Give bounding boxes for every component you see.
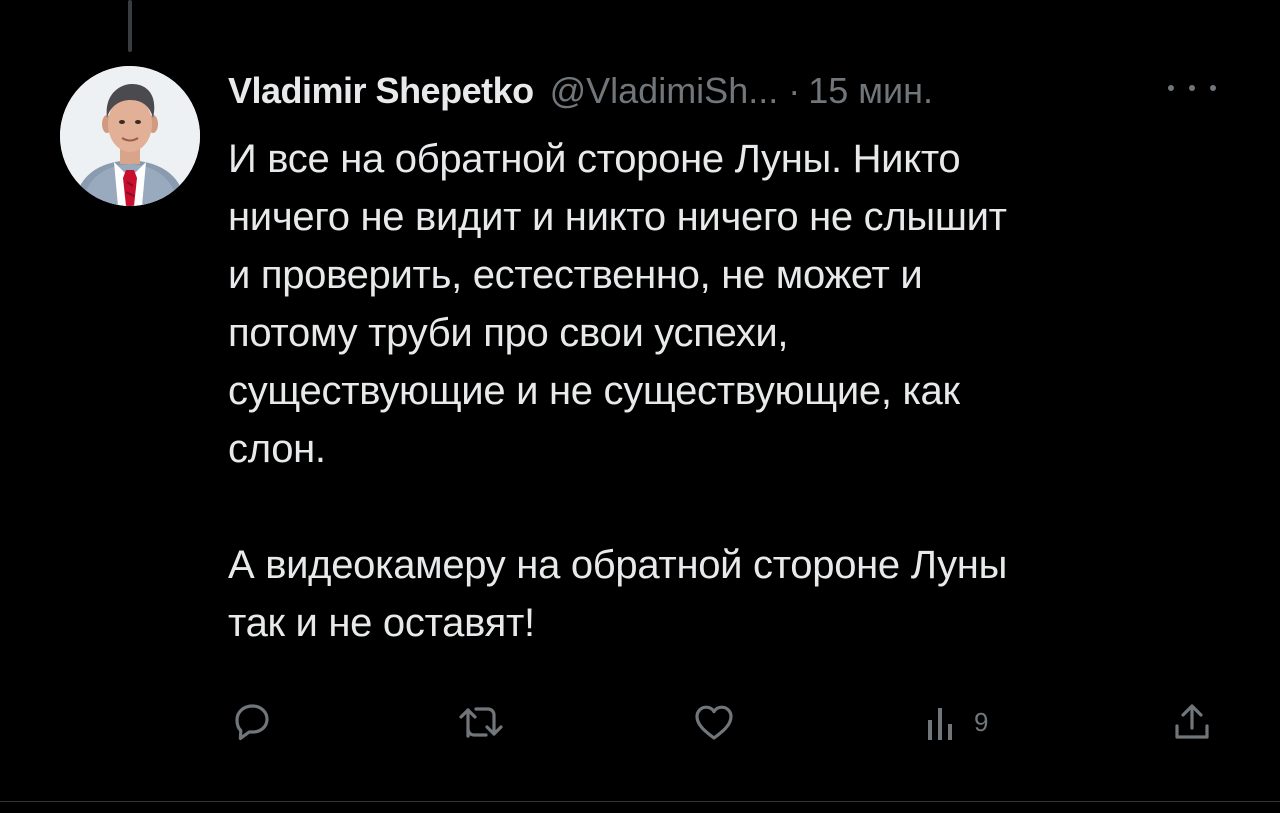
heart-icon <box>695 705 733 740</box>
more-dot <box>1168 85 1174 91</box>
more-dot <box>1189 85 1195 91</box>
repost-icon <box>459 707 503 738</box>
separator-dot: · <box>788 70 801 111</box>
tweet-action-bar: 9 <box>0 698 1280 746</box>
tweet-timestamp[interactable]: 15 мин. <box>808 70 933 112</box>
divider <box>0 801 1280 802</box>
views-count: 9 <box>974 706 989 737</box>
reply-button[interactable] <box>228 698 276 746</box>
views-button[interactable]: 9 <box>922 698 988 746</box>
tweet-header: Vladimir Shepetko @VladimiSh... · 15 мин… <box>228 66 933 116</box>
author-handle[interactable]: @VladimiSh... <box>550 70 779 112</box>
like-button[interactable] <box>690 698 738 746</box>
repost-button[interactable] <box>454 698 510 746</box>
more-options-icon[interactable] <box>1168 78 1216 98</box>
avatar[interactable] <box>60 66 200 206</box>
reply-icon <box>235 704 269 740</box>
more-dot <box>1210 85 1216 91</box>
tweet-paragraph: А видеокамеру на обратной стороне Луны т… <box>228 543 1008 645</box>
avatar-image <box>60 66 200 206</box>
thread-connector-line <box>128 0 132 52</box>
views-icon <box>928 708 952 740</box>
tweet-text: И все на обратной стороне Луны. Никто ни… <box>228 130 1228 652</box>
author-name[interactable]: Vladimir Shepetko <box>228 70 534 112</box>
share-button[interactable] <box>1168 698 1216 746</box>
tweet-paragraph: И все на обратной стороне Луны. Никто ни… <box>228 137 1007 471</box>
share-icon <box>1175 704 1209 739</box>
